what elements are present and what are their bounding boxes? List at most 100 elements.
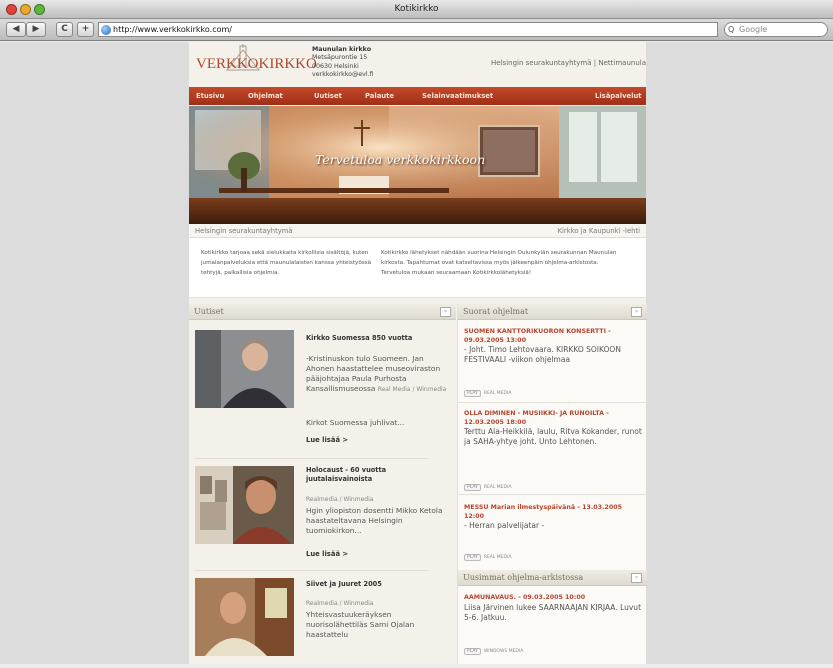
- address-street: Metsäpurontie 15: [312, 54, 368, 62]
- program-divider: [458, 402, 647, 403]
- program-body: Terttu Ala-Heikkilä, laulu, Ritva Kokand…: [464, 427, 642, 446]
- read-more-link[interactable]: Lue lisää >: [306, 550, 348, 558]
- link-separator: |: [593, 59, 597, 67]
- arkisto-more-arrow-icon[interactable]: »: [631, 573, 642, 583]
- suorat-more-arrow-icon[interactable]: »: [631, 307, 642, 317]
- news-item: Holocaust - 60 vuotta juutalaisvainoista…: [189, 466, 456, 566]
- add-bookmark-button[interactable]: +: [77, 22, 94, 37]
- media-type: REAL MEDIA: [483, 391, 512, 396]
- news-thumbnail[interactable]: [195, 578, 294, 656]
- web-page: VERKKOKIRKKO Maunulan kirkko Metsäpuront…: [189, 42, 647, 664]
- program-play: PLAY REAL MEDIA: [464, 390, 511, 397]
- program-title[interactable]: AAMUNAVAUS. - 09.03.2005 10:00: [464, 594, 644, 603]
- nav-ohjelmat[interactable]: Ohjelmat: [248, 87, 283, 105]
- news-extra: Kirkot Suomessa juhlivat...: [306, 418, 405, 427]
- close-window-button[interactable]: [6, 4, 17, 15]
- intro-text-right: Kotikirkko lähetykset nähdään suorina He…: [381, 250, 617, 276]
- nav-lisapalvelut[interactable]: Lisäpalvelut: [595, 87, 642, 105]
- news-media-links[interactable]: Realmedia / Winmedia: [306, 496, 373, 503]
- window-title: Kotikirkko: [394, 4, 439, 14]
- sub-link-right[interactable]: Kirkko ja Kaupunki -lehti: [558, 224, 640, 238]
- link-seurakuntayhtyma[interactable]: Helsingin seurakuntayhtymä: [491, 59, 591, 67]
- uutiset-title: Uutiset: [194, 307, 224, 316]
- play-button[interactable]: PLAY: [464, 648, 481, 655]
- sub-bar: Helsingin seurakuntayhtymä Kirkko ja Kau…: [189, 224, 646, 238]
- media-type: REAL MEDIA: [483, 485, 512, 490]
- program-play: PLAY WINDOWS MEDIA: [464, 648, 523, 655]
- nav-palaute[interactable]: Palaute: [365, 87, 394, 105]
- nav-etusivu[interactable]: Etusivu: [196, 87, 224, 105]
- program-play: PLAY REAL MEDIA: [464, 484, 511, 491]
- program-title[interactable]: OLLA DIMINEN - MUSIIKKI- JA RUNOILTA - 1…: [464, 410, 644, 427]
- news-media-links[interactable]: Real Media / Winmedia: [378, 386, 447, 393]
- top-links: Helsingin seurakuntayhtymä | Nettimaunul…: [491, 59, 646, 67]
- browser-toolbar: ◀ ▶ C + http://www.verkkokirkko.com/ Q G…: [0, 19, 833, 41]
- news-body: Yhteisvastuukeräyksen nuorisolähettiläs …: [306, 610, 415, 639]
- minimize-window-button[interactable]: [20, 4, 31, 15]
- search-icon: Q: [728, 25, 735, 34]
- program-title[interactable]: SUOMEN KANTTORIKUORON KONSERTTI - 09.03.…: [464, 328, 644, 345]
- address-city: 00630 Helsinki: [312, 62, 359, 70]
- reload-icon: C: [61, 24, 68, 34]
- back-button[interactable]: ◀: [6, 22, 26, 37]
- back-arrow-icon: ◀: [12, 24, 20, 34]
- uutiset-more-arrow-icon[interactable]: »: [440, 307, 451, 317]
- suorat-header: Suorat ohjelmat »: [458, 304, 647, 320]
- plus-icon: +: [81, 24, 90, 34]
- news-thumbnail[interactable]: [195, 330, 294, 408]
- program-play: PLAY REAL MEDIA: [464, 554, 511, 561]
- news-body: -Kristinuskon tulo Suomeen. Jan Ahonen h…: [306, 354, 454, 395]
- program-item: MESSU Marian ilmestyspäivänä - 13.03.200…: [464, 504, 644, 564]
- news-item: Siivet ja Juuret 2005 Realmedia / Winmed…: [189, 578, 456, 664]
- forward-arrow-icon: ▶: [32, 24, 40, 34]
- search-field[interactable]: Q Google: [724, 22, 828, 37]
- news-item: Kirkko Suomessa 850 vuotta -Kristinuskon…: [189, 330, 456, 450]
- hero-caption: Tervetuloa verkkokirkkoon: [315, 152, 486, 167]
- hero-banner: Tervetuloa verkkokirkkoon: [189, 106, 646, 224]
- news-divider: [195, 570, 428, 571]
- church-address: Maunulan kirkko Metsäpurontie 15 00630 H…: [312, 46, 374, 80]
- news-thumbnail[interactable]: [195, 466, 294, 544]
- read-more-link[interactable]: Lue lisää >: [306, 436, 348, 444]
- media-type: WINDOWS MEDIA: [483, 649, 524, 654]
- news-title[interactable]: Siivet ja Juuret 2005: [306, 580, 446, 589]
- arkisto-title: Uusimmat ohjelma-arkistossa: [463, 573, 584, 582]
- forward-button[interactable]: ▶: [26, 22, 46, 37]
- program-body: - Joht. Timo Lehtovaara. KIRKKO SOIKOON …: [464, 345, 621, 364]
- url-text: http://www.verkkokirkko.com/: [113, 25, 232, 34]
- news-title[interactable]: Kirkko Suomessa 850 vuotta: [306, 334, 446, 343]
- news-body: Hgin yliopiston dosentti Mikko Ketola ha…: [306, 506, 443, 535]
- play-button[interactable]: PLAY: [464, 484, 481, 491]
- program-item: SUOMEN KANTTORIKUORON KONSERTTI - 09.03.…: [464, 328, 644, 397]
- program-title[interactable]: MESSU Marian ilmestyspäivänä - 13.03.200…: [464, 504, 644, 521]
- address-email[interactable]: verkkokirkko@evl.fi: [312, 71, 374, 78]
- program-body: Liisa Järvinen lukee SAARNAAJAN KIRJAA. …: [464, 602, 642, 622]
- play-button[interactable]: PLAY: [464, 554, 481, 561]
- nav-selainvaatimukset[interactable]: Selainvaatimukset: [422, 87, 493, 105]
- program-item: OLLA DIMINEN - MUSIIKKI- JA RUNOILTA - 1…: [464, 410, 644, 491]
- address-bar[interactable]: http://www.verkkokirkko.com/: [98, 22, 718, 37]
- main-nav: Etusivu Ohjelmat Uutiset Palaute Selainv…: [189, 87, 646, 105]
- program-body: - Herran palvelijatar -: [464, 521, 545, 530]
- right-column: Suorat ohjelmat » SUOMEN KANTTORIKUORON …: [457, 304, 647, 664]
- site-logo[interactable]: VERKKOKIRKKO: [196, 56, 317, 73]
- media-type: REAL MEDIA: [483, 555, 512, 560]
- globe-icon: [101, 25, 111, 35]
- zoom-window-button[interactable]: [34, 4, 45, 15]
- uutiset-header: Uutiset »: [189, 304, 456, 320]
- reload-button[interactable]: C: [56, 22, 73, 37]
- play-button[interactable]: PLAY: [464, 390, 481, 397]
- news-media-links[interactable]: Realmedia / Winmedia: [306, 600, 373, 607]
- program-divider: [458, 494, 647, 495]
- news-divider: [195, 458, 428, 459]
- search-placeholder: Google: [739, 25, 768, 34]
- intro-section: Kotikirkko tarjoaa sekä sielukkaita kirk…: [189, 238, 646, 298]
- arkisto-header: Uusimmat ohjelma-arkistossa »: [458, 570, 647, 586]
- sub-link-left[interactable]: Helsingin seurakuntayhtymä: [195, 227, 293, 235]
- browser-window: Kotikirkko ◀ ▶ C + http://www.verkkokirk…: [0, 0, 833, 668]
- program-item: AAMUNAVAUS. - 09.03.2005 10:00 Liisa Jär…: [464, 594, 644, 662]
- news-title[interactable]: Holocaust - 60 vuotta juutalaisvainoista: [306, 466, 446, 484]
- nav-uutiset[interactable]: Uutiset: [314, 87, 342, 105]
- link-nettimaunula[interactable]: Nettimaunula: [598, 59, 646, 67]
- suorat-title: Suorat ohjelmat: [463, 307, 529, 316]
